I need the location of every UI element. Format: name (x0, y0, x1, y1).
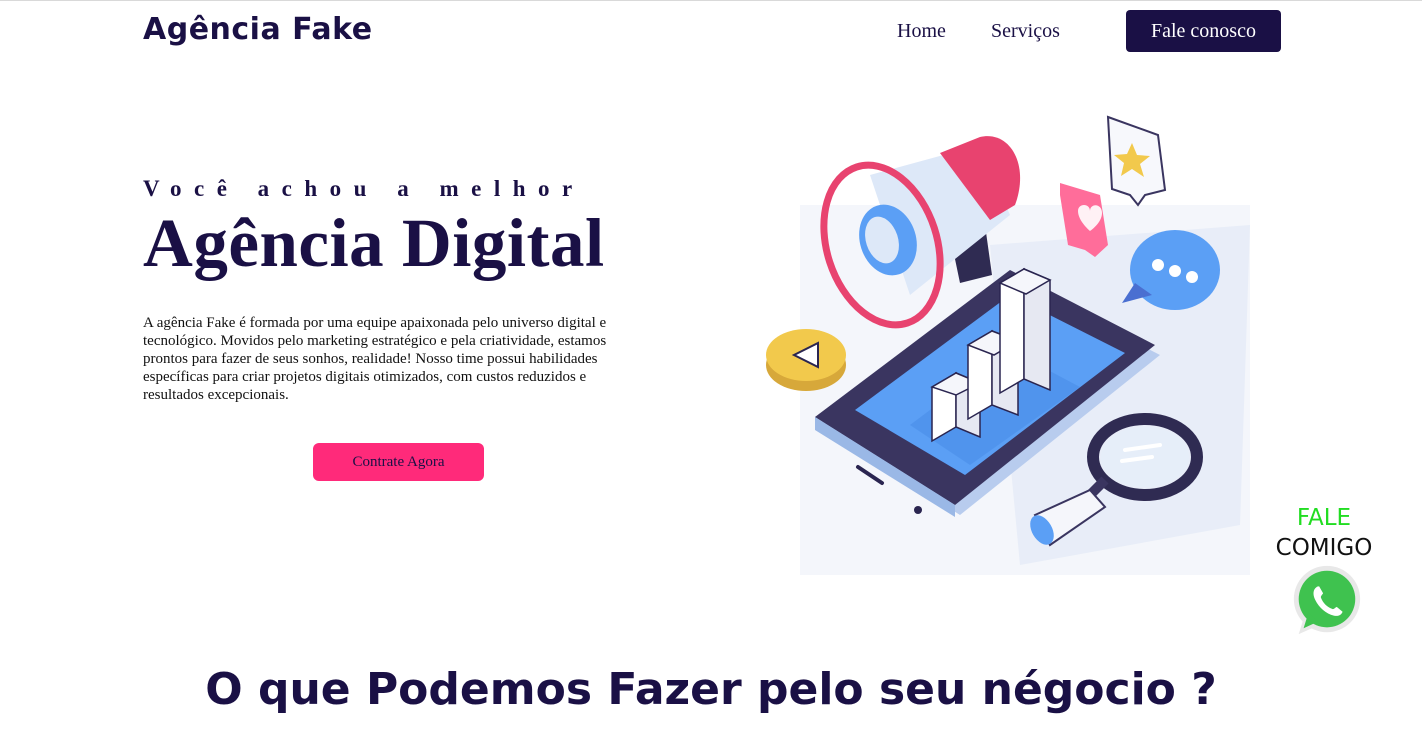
whatsapp-label-line1: FALE (1296, 505, 1352, 531)
star-bubble-icon (1106, 115, 1167, 207)
whatsapp-label-line2: COMIGO (1275, 535, 1373, 561)
services-section-title: O que Podemos Fazer pelo seu négocio ? (205, 664, 1217, 715)
top-border (0, 0, 1422, 1)
whatsapp-float-button[interactable]: FALE COMIGO (1262, 505, 1386, 640)
hire-now-button[interactable]: Contrate Agora (313, 443, 484, 481)
nav-link-services[interactable]: Serviços (991, 20, 1060, 43)
site-logo[interactable]: Agência Fake (143, 12, 373, 47)
whatsapp-icon[interactable] (1287, 562, 1365, 640)
nav-link-home[interactable]: Home (897, 20, 946, 43)
contact-button[interactable]: Fale conosco (1126, 10, 1281, 52)
hero-description: A agência Fake é formada por uma equipe … (143, 315, 607, 403)
digital-marketing-illustration (766, 115, 1250, 575)
hero-kicker: Você achou a melhor (143, 176, 585, 201)
play-coin-icon (766, 329, 846, 391)
hero-title: Agência Digital (143, 205, 605, 281)
